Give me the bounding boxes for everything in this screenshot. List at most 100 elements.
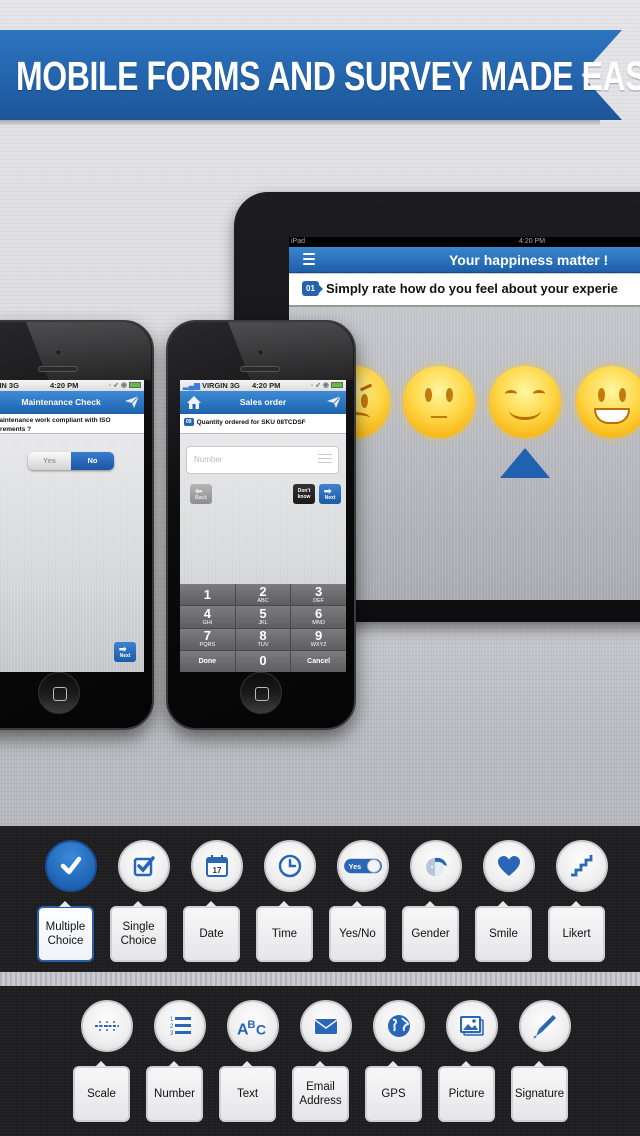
feature-icon-button[interactable] xyxy=(410,840,462,892)
keypad-key[interactable]: 4 GHI xyxy=(180,605,235,628)
svg-text:2: 2 xyxy=(170,1024,174,1030)
back-button[interactable]: ⬅ Back xyxy=(190,484,212,504)
keypad-key[interactable]: 1 xyxy=(180,584,235,606)
carrier-label: VIRGIN 3G xyxy=(0,381,19,390)
feature-icon-button[interactable] xyxy=(556,840,608,892)
feature-scale[interactable]: Scale xyxy=(73,1000,141,1130)
feature-yes-no[interactable]: Yes Yes/No xyxy=(329,840,397,970)
feature-time[interactable]: Time xyxy=(256,840,324,970)
keypad-key[interactable]: Done xyxy=(180,650,235,672)
keypad-key[interactable]: 3 DEF xyxy=(291,584,346,606)
abc-text-icon: ABC xyxy=(236,1014,270,1038)
feature-label: Yes/No xyxy=(339,928,376,940)
keypad-digit: 4 xyxy=(203,605,211,621)
next-button[interactable]: ➡ Next xyxy=(114,642,136,662)
smiley-very-happy[interactable] xyxy=(576,366,640,438)
keypad-letters: PQRS xyxy=(199,642,216,649)
picture-icon xyxy=(458,1012,486,1040)
keypad-letters: ABC xyxy=(257,597,269,604)
feature-gps[interactable]: GPS xyxy=(365,1000,433,1130)
feature-signature[interactable]: Signature xyxy=(511,1000,579,1130)
feature-icon-button[interactable]: 17 xyxy=(191,840,243,892)
feature-icon-button[interactable] xyxy=(264,840,316,892)
hamburger-menu-icon[interactable] xyxy=(303,253,315,265)
toggle-yes-option[interactable]: Yes xyxy=(28,452,71,470)
feature-label-card[interactable]: Email Address xyxy=(292,1061,349,1122)
feature-label-card[interactable]: Scale xyxy=(73,1061,130,1122)
yes-no-toggle[interactable]: Yes No xyxy=(28,452,114,470)
ipad-status-bar: iPad 4:20 PM xyxy=(289,237,640,247)
keypad-key[interactable]: 5 JKL xyxy=(235,606,291,628)
feature-label-card[interactable]: GPS xyxy=(365,1061,422,1122)
keypad-key[interactable]: Cancel xyxy=(291,650,346,672)
question-strip: the maintenance work compliant with ISO … xyxy=(0,414,144,434)
send-paper-plane-icon[interactable] xyxy=(124,395,140,409)
feature-icon-button[interactable] xyxy=(45,840,97,892)
status-icons: ◦ ➶ ◉ xyxy=(311,380,343,391)
keypad-key[interactable]: 9 WXYZ xyxy=(291,628,346,650)
feature-icon-button[interactable] xyxy=(118,840,170,892)
feature-icon-button[interactable]: 123 xyxy=(154,1000,206,1052)
carrier-label: ▂▄▆ VIRGIN 3G xyxy=(183,380,240,391)
feature-text[interactable]: A B C Text xyxy=(219,1000,287,1130)
status-time: 4:20 PM xyxy=(50,381,79,390)
feature-date[interactable]: 17 Date xyxy=(183,840,251,970)
feature-gender[interactable]: Gender xyxy=(402,840,470,970)
feature-multiple-choice[interactable]: Multiple Choice xyxy=(37,840,105,970)
feature-label: Text xyxy=(236,1088,259,1100)
keypad-key[interactable]: 6 MNO xyxy=(291,606,346,628)
feature-email-address[interactable]: Email Address xyxy=(292,1000,360,1130)
home-button[interactable] xyxy=(38,672,80,714)
feature-label-card[interactable]: Date xyxy=(183,901,240,962)
feature-label-card[interactable]: Signature xyxy=(511,1061,568,1122)
feature-label-card[interactable]: Yes/No xyxy=(329,901,386,962)
dont-know-button[interactable]: Don't know xyxy=(293,484,315,504)
feature-label-card[interactable]: Number xyxy=(146,1061,203,1122)
dont-know-label: Don't know xyxy=(297,488,311,500)
feature-label: Number xyxy=(154,1088,195,1100)
feature-label-card[interactable]: Smile xyxy=(475,901,532,962)
feature-label-card[interactable]: Likert xyxy=(548,901,605,962)
feature-picture[interactable]: Picture xyxy=(438,1000,506,1130)
status-icons: ◦ ➶ ◉ xyxy=(109,380,141,391)
toggle-no-option[interactable]: No xyxy=(71,452,114,470)
svg-text:Yes: Yes xyxy=(349,862,361,871)
feature-icon-button[interactable] xyxy=(81,1000,133,1052)
feature-likert[interactable]: Likert xyxy=(548,840,616,970)
toggle-icon: Yes xyxy=(343,857,383,875)
feature-icon-button[interactable] xyxy=(519,1000,571,1052)
feature-icon-button[interactable] xyxy=(373,1000,425,1052)
feature-icon-button[interactable] xyxy=(300,1000,352,1052)
keypad-key[interactable]: 2 ABC xyxy=(235,584,291,606)
feature-label-card[interactable]: Text xyxy=(219,1061,276,1122)
keypad-key[interactable]: 0 xyxy=(235,650,291,672)
number-input[interactable]: Number xyxy=(186,446,339,474)
nav-title: Maintenance Check xyxy=(21,397,101,407)
feature-icon-button[interactable] xyxy=(446,1000,498,1052)
feature-icon-button[interactable] xyxy=(483,840,535,892)
feature-smile[interactable]: Smile xyxy=(475,840,543,970)
feature-label-card[interactable]: Gender xyxy=(402,901,459,962)
feature-label-card[interactable]: Time xyxy=(256,901,313,962)
iphone-right: ▂▄▆ VIRGIN 3G 4:20 PM ◦ ➶ ◉ Sales order … xyxy=(166,320,356,730)
feature-label: Picture xyxy=(448,1088,485,1100)
feature-label-card[interactable]: Picture xyxy=(438,1061,495,1122)
smiley-neutral[interactable] xyxy=(403,366,475,438)
ribbon-shadow xyxy=(0,120,600,126)
home-button[interactable] xyxy=(240,672,282,714)
keypad-digit: 0 xyxy=(259,653,267,669)
keypad-key-label: Cancel xyxy=(307,657,331,665)
feature-label-card[interactable]: Single Choice xyxy=(110,901,167,962)
feature-label-card[interactable]: Multiple Choice xyxy=(37,901,94,962)
feature-single-choice[interactable]: Single Choice xyxy=(110,840,178,970)
globe-icon xyxy=(385,1012,413,1040)
smiley-happy[interactable] xyxy=(489,366,561,438)
keypad-digit: 9 xyxy=(315,628,323,644)
feature-number[interactable]: 1 2 3 Number xyxy=(146,1000,214,1130)
next-button[interactable]: ➡ Next xyxy=(319,484,341,504)
keypad-key[interactable]: 8 TUV xyxy=(235,628,291,650)
feature-icon-button[interactable]: ABC xyxy=(227,1000,279,1052)
send-paper-plane-icon[interactable] xyxy=(326,395,342,409)
keypad-key[interactable]: 7 PQRS xyxy=(180,628,235,650)
feature-icon-button[interactable]: Yes xyxy=(337,840,389,892)
